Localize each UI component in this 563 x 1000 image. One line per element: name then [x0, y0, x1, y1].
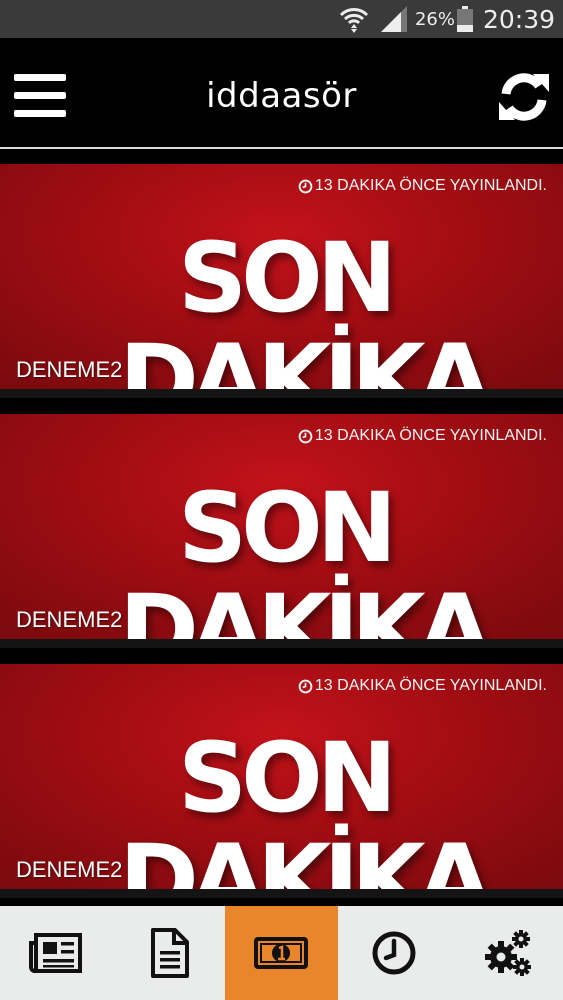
nav-tab-documents[interactable]: [113, 906, 226, 1000]
app-title: iddaasör: [206, 76, 357, 116]
document-icon: [150, 928, 189, 978]
nav-tab-history[interactable]: [338, 906, 451, 1000]
nav-tab-news[interactable]: [0, 906, 113, 1000]
refresh-icon: [499, 73, 549, 121]
bottom-nav: [0, 906, 563, 1000]
news-card[interactable]: SON DAKİKA 13 DAKIKA ÖNCE YAYINLANDI. DE…: [0, 664, 563, 898]
status-bar: 26% 20:39: [0, 0, 563, 38]
card-divider: [0, 639, 563, 648]
card-timestamp: 13 DAKIKA ÖNCE YAYINLANDI.: [298, 677, 547, 695]
clock-icon: [298, 179, 313, 193]
news-card[interactable]: SON DAKİKA 13 DAKIKA ÖNCE YAYINLANDI. DE…: [0, 164, 563, 398]
clock-icon: [372, 931, 416, 975]
card-title: DENEME2: [16, 357, 123, 382]
card-title: DENEME2: [16, 857, 123, 882]
card-timestamp-text: 13 DAKIKA ÖNCE YAYINLANDI.: [314, 177, 547, 194]
signal-strength-icon: [380, 6, 407, 32]
header-divider: [0, 147, 563, 149]
card-divider: [0, 889, 563, 898]
card-image-line1: SON: [177, 222, 397, 334]
battery-percent: 26%: [414, 8, 455, 30]
card-timestamp-text: 13 DAKIKA ÖNCE YAYINLANDI.: [314, 677, 547, 694]
app-header: iddaasör: [0, 38, 563, 147]
refresh-button[interactable]: [497, 70, 551, 124]
card-image-line1: SON: [177, 722, 397, 834]
card-timestamp: 13 DAKIKA ÖNCE YAYINLANDI.: [298, 177, 547, 195]
wifi-icon: [339, 8, 369, 33]
gears-icon: [484, 930, 531, 976]
battery-icon: [456, 6, 473, 32]
card-title: DENEME2: [16, 607, 123, 632]
money-bill-icon: [254, 937, 309, 969]
newspaper-icon: [29, 933, 83, 974]
nav-tab-settings[interactable]: [450, 906, 563, 1000]
clock-icon: [298, 429, 313, 443]
news-card[interactable]: SON DAKİKA 13 DAKIKA ÖNCE YAYINLANDI. DE…: [0, 414, 563, 648]
news-list: SON DAKİKA 13 DAKIKA ÖNCE YAYINLANDI. DE…: [0, 164, 563, 904]
card-timestamp-text: 13 DAKIKA ÖNCE YAYINLANDI.: [314, 427, 547, 444]
app-screen: 26% 20:39 iddaasör SON DAKİKA 13 DAKIKA …: [0, 0, 563, 1000]
card-image-line1: SON: [177, 472, 397, 584]
card-timestamp: 13 DAKIKA ÖNCE YAYINLANDI.: [298, 427, 547, 445]
card-divider: [0, 389, 563, 398]
status-clock: 20:39: [482, 4, 555, 34]
nav-tab-money[interactable]: [225, 906, 338, 1000]
clock-icon: [298, 679, 313, 693]
